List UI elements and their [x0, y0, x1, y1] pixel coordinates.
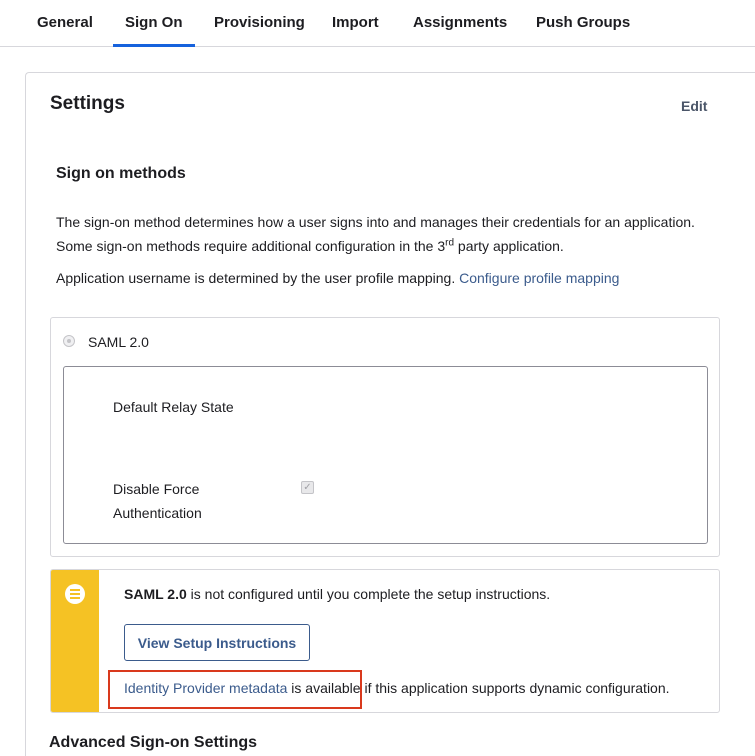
- active-tab-indicator: [113, 44, 195, 47]
- sign-on-methods-title: Sign on methods: [56, 165, 186, 182]
- saml-label: SAML 2.0: [88, 334, 149, 350]
- profile-mapping-text: Application username is determined by th…: [56, 270, 460, 286]
- tab-import[interactable]: Import: [332, 14, 379, 31]
- saml-option-box: SAML 2.0 Default Relay State Disable For…: [50, 317, 720, 557]
- default-relay-state-label: Default Relay State: [113, 399, 234, 415]
- description-text: The sign-on method determines how a user…: [56, 214, 695, 254]
- callout-accent-bar: [51, 570, 99, 712]
- view-setup-instructions-button[interactable]: View Setup Instructions: [124, 624, 310, 661]
- tab-assignments[interactable]: Assignments: [413, 14, 507, 31]
- saml-settings-box: Default Relay State Disable Force Authen…: [63, 366, 708, 544]
- tab-sign-on[interactable]: Sign On: [125, 14, 183, 31]
- configure-profile-mapping-link[interactable]: Configure profile mapping: [459, 270, 619, 286]
- tab-general[interactable]: General: [37, 14, 93, 31]
- list-icon: [65, 584, 85, 604]
- tab-provisioning[interactable]: Provisioning: [214, 14, 305, 31]
- settings-card: Settings Edit Sign on methods The sign-o…: [25, 72, 755, 756]
- advanced-sign-on-settings-title: Advanced Sign-on Settings: [49, 734, 258, 751]
- callout-strong-text: SAML 2.0: [124, 586, 187, 602]
- profile-mapping-line: Application username is determined by th…: [56, 270, 619, 286]
- saml-radio-button[interactable]: [63, 335, 75, 347]
- callout-text: is not configured until you complete the…: [186, 586, 551, 602]
- annotation-highlight-box: [108, 670, 362, 709]
- sign-on-methods-description: The sign-on method determines how a user…: [56, 210, 696, 258]
- description-text-end: party application.: [454, 238, 564, 254]
- description-superscript: rd: [445, 237, 455, 249]
- disable-force-auth-label-line1: Disable Force: [113, 481, 200, 497]
- disable-force-auth-label: Disable Force Authentication: [113, 477, 202, 525]
- tab-push-groups[interactable]: Push Groups: [536, 14, 630, 31]
- settings-title: Settings: [50, 93, 125, 114]
- disable-force-auth-checkbox[interactable]: ✓: [301, 481, 314, 494]
- edit-link[interactable]: Edit: [681, 98, 707, 114]
- callout-message: SAML 2.0 is not configured until you com…: [124, 586, 550, 602]
- disable-force-auth-label-line2: Authentication: [113, 505, 202, 521]
- tab-bar: General Sign On Provisioning Import Assi…: [0, 0, 755, 47]
